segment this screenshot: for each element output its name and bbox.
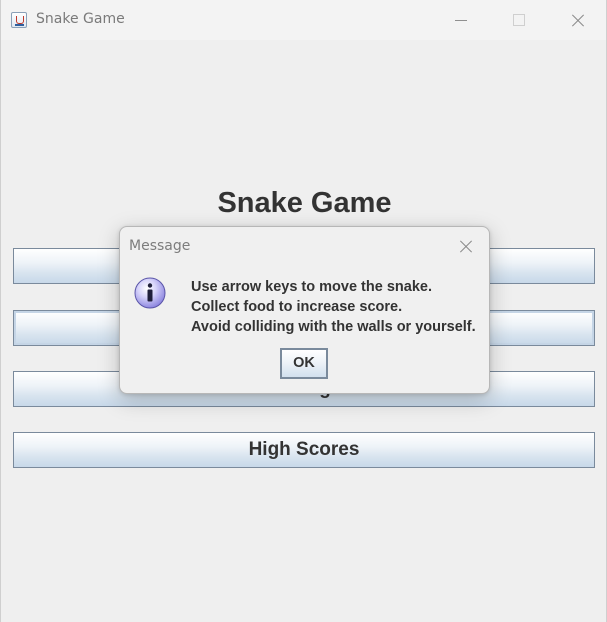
window-title: Snake Game [36,11,125,27]
app-window: Snake Game Snake Game Settings High Scor… [0,0,607,622]
high-scores-button[interactable]: High Scores [13,432,595,468]
dialog-message-line: Use arrow keys to move the snake. [191,279,432,295]
close-button[interactable] [548,0,606,40]
java-app-icon [11,12,27,28]
title-bar: Snake Game [1,0,606,40]
message-dialog: Message Use arrow keys to move the snake… [119,226,490,394]
game-title: Snake Game [217,187,392,219]
dialog-close-icon[interactable] [458,239,474,255]
dialog-message-line: Collect food to increase score. [191,299,403,315]
maximize-button[interactable] [489,0,547,40]
dialog-title: Message [129,238,191,254]
dialog-message-line: Avoid colliding with the walls or yourse… [191,319,476,335]
minimize-button[interactable] [431,0,489,40]
ok-button[interactable]: OK [280,348,328,379]
info-icon [134,277,166,309]
